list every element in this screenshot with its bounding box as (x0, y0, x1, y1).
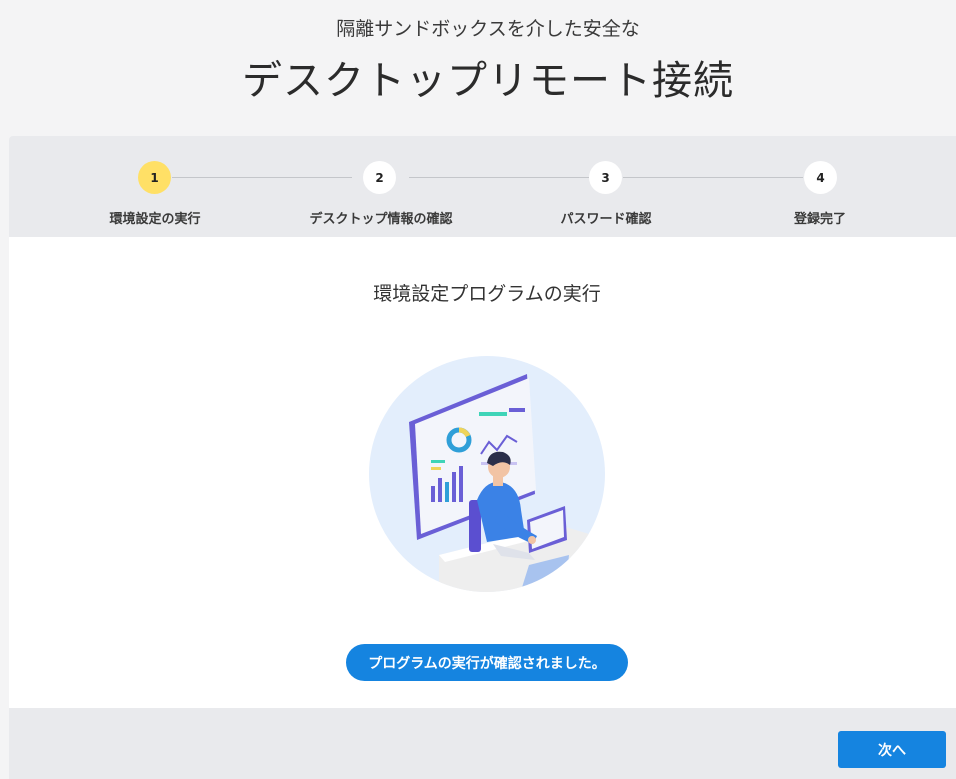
step-4-label: 登録完了 (793, 212, 846, 227)
step-content: 環境設定プログラムの実行 プログラムの実行が確認されました。 (9, 237, 956, 708)
page-subtitle: 隔離サンドボックスを介した安全な (336, 18, 640, 40)
setup-wizard-page: 隔離サンドボックスを介した安全な デスクトップリモート接続 1 2 3 4 環境… (0, 0, 956, 779)
wizard-footer: 次へ (9, 708, 956, 779)
step-connector (623, 177, 803, 178)
content-heading: 環境設定プログラムの実行 (373, 283, 601, 305)
step-2-label: デスクトップ情報の確認 (309, 212, 453, 227)
person-at-desk-illustration (369, 356, 605, 592)
stepper: 1 2 3 4 環境設定の実行 デスクトップ情報の確認 パスワード確認 登録完了 (9, 136, 956, 237)
step-3-circle: 3 (589, 161, 622, 194)
step-connector (172, 177, 352, 178)
step-4-circle: 4 (804, 161, 837, 194)
next-button[interactable]: 次へ (838, 731, 946, 768)
wizard-panel: 1 2 3 4 環境設定の実行 デスクトップ情報の確認 パスワード確認 登録完了… (9, 136, 956, 779)
step-1-circle: 1 (138, 161, 171, 194)
step-3-label: パスワード確認 (560, 212, 652, 227)
status-badge: プログラムの実行が確認されました。 (346, 644, 628, 681)
step-connector (409, 177, 589, 178)
step-1-label: 環境設定の実行 (109, 212, 201, 227)
step-2-circle: 2 (363, 161, 396, 194)
page-title: デスクトップリモート接続 (242, 58, 734, 104)
